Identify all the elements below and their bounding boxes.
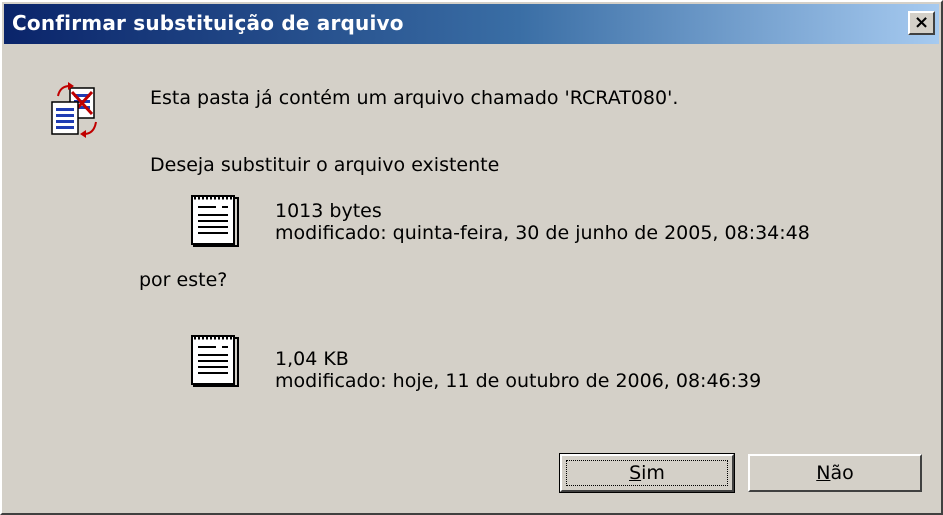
document-icon — [191, 195, 239, 247]
existing-file-size: 1013 bytes — [275, 200, 382, 222]
by-this-label: por este? — [139, 269, 228, 291]
close-icon: × — [913, 12, 930, 33]
title-bar[interactable]: Confirmar substituição de arquivo × — [4, 4, 939, 44]
document-icon — [191, 335, 239, 387]
no-button-label: Não — [816, 462, 854, 484]
new-file-modified: modificado: hoje, 11 de outubro de 2006,… — [275, 370, 762, 392]
new-file-size: 1,04 KB — [275, 348, 349, 370]
message-line-2: Deseja substituir o arquivo existente — [150, 154, 500, 176]
existing-file-modified: modificado: quinta-feira, 30 de junho de… — [275, 222, 810, 244]
no-button[interactable]: Não — [748, 454, 922, 492]
no-label-rest: ão — [830, 462, 854, 484]
yes-mnemonic: S — [629, 462, 642, 484]
yes-button-label: Sim — [629, 462, 665, 484]
window-title: Confirmar substituição de arquivo — [12, 11, 404, 35]
replace-file-icon — [51, 82, 97, 138]
message-line-1: Esta pasta já contém um arquivo chamado … — [150, 87, 679, 109]
yes-button[interactable]: Sim — [559, 453, 735, 493]
confirm-replace-dialog: Confirmar substituição de arquivo × Esta… — [0, 0, 943, 515]
no-mnemonic: N — [816, 462, 831, 484]
yes-label-rest: im — [641, 462, 665, 484]
close-button[interactable]: × — [908, 11, 935, 35]
